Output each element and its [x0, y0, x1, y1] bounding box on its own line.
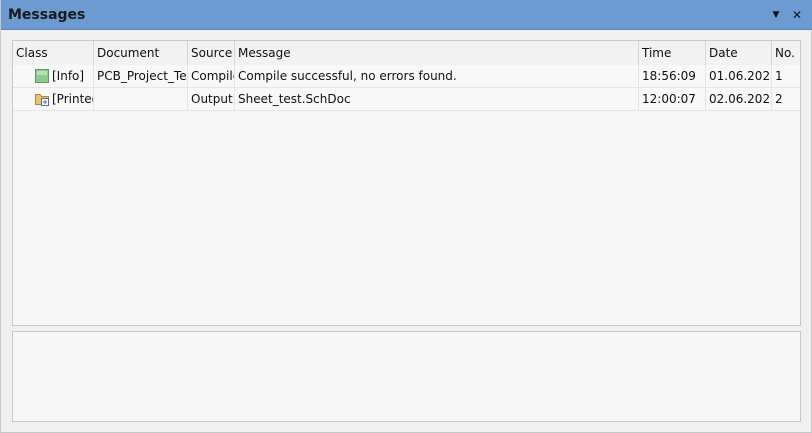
column-header-no[interactable]: No.	[772, 41, 800, 65]
cell-date: 02.06.2023	[706, 88, 772, 110]
cell-source: Output	[188, 88, 235, 110]
column-header-document[interactable]: Document	[94, 41, 188, 65]
cell-no: 1	[775, 69, 783, 83]
cell-time: 12:00:07	[639, 88, 706, 110]
column-header-time[interactable]: Time	[639, 41, 706, 65]
table-row[interactable]: [Printed] Output Sheet_test.SchDoc 12:00…	[13, 88, 800, 111]
column-header-source[interactable]: Source	[188, 41, 235, 65]
column-header-class[interactable]: Class	[13, 41, 94, 65]
info-square-icon	[35, 69, 49, 83]
cell-document	[94, 88, 188, 110]
panel-title: Messages	[8, 7, 86, 23]
cell-document: PCB_Project_Test.PrjPcb	[94, 65, 188, 87]
panel-titlebar[interactable]: Messages ▼ ✕	[1, 0, 812, 30]
messages-list[interactable]: Class Document Source Message Time Date …	[12, 40, 801, 326]
cell-no: 2	[775, 92, 783, 106]
cell-message: Sheet_test.SchDoc	[235, 88, 639, 110]
close-icon[interactable]: ✕	[791, 8, 803, 22]
folder-plus-icon	[35, 94, 49, 106]
list-header: Class Document Source Message Time Date …	[13, 41, 800, 66]
cell-class: [Info]	[13, 65, 94, 87]
cell-class: [Printed]	[13, 88, 94, 110]
panel-menu-icon[interactable]: ▼	[770, 8, 782, 22]
table-row[interactable]: [Info] PCB_Project_Test.PrjPcb Compiler …	[13, 65, 800, 88]
messages-panel: Messages ▼ ✕ Class Document Source Messa…	[0, 0, 812, 433]
cell-source: Compiler	[188, 65, 235, 87]
column-header-message[interactable]: Message	[235, 41, 639, 65]
cell-message: Compile successful, no errors found.	[235, 65, 639, 87]
cell-date: 01.06.2023	[706, 65, 772, 87]
cell-class-text: [Printed]	[52, 92, 93, 106]
message-details-pane[interactable]	[12, 331, 801, 422]
column-header-date[interactable]: Date	[706, 41, 772, 65]
cell-time: 18:56:09	[639, 65, 706, 87]
cell-class-text: [Info]	[52, 69, 85, 83]
